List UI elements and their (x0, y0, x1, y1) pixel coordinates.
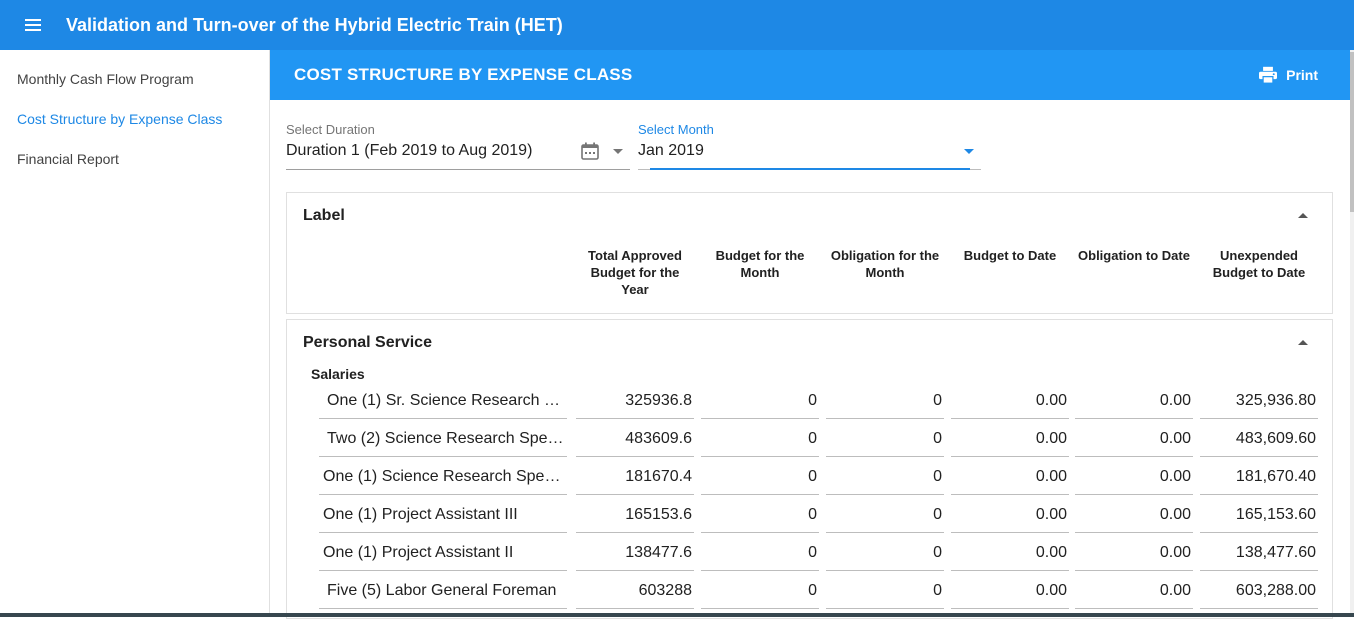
obligation-to-date-value: 0.00 (1075, 497, 1193, 533)
obligation-month-value[interactable]: 0 (826, 421, 944, 457)
label-card-title: Label (303, 207, 345, 225)
budget-month-value[interactable]: 0 (701, 497, 819, 533)
obligation-to-date-value: 0.00 (1075, 459, 1193, 495)
obligation-to-date-value: 0.00 (1075, 421, 1193, 457)
window-bottom-edge (0, 613, 1354, 617)
label-card: Label Total Approved Budget for the Year… (286, 192, 1333, 314)
personal-service-card: Personal Service Salaries One (1) Sr. Sc… (286, 319, 1333, 619)
table-row: One (1) Science Research Speci... 181670… (287, 459, 1334, 497)
calendar-icon[interactable] (580, 141, 600, 161)
budget-month-value[interactable]: 0 (701, 383, 819, 419)
column-header-budget-month: Budget for the Month (701, 247, 819, 281)
budget-month-value[interactable]: 0 (701, 573, 819, 609)
row-label: One (1) Project Assistant III (319, 497, 567, 533)
row-label: One (1) Project Assistant II (319, 535, 567, 571)
budget-month-value[interactable]: 0 (701, 535, 819, 571)
table-row: One (1) Project Assistant II 138477.6 0 … (287, 535, 1334, 573)
sidebar-item-monthly-cash-flow[interactable]: Monthly Cash Flow Program (0, 59, 269, 99)
budget-month-value[interactable]: 0 (701, 459, 819, 495)
column-header-total-approved: Total Approved Budget for the Year (576, 247, 694, 298)
personal-service-title: Personal Service (303, 334, 432, 352)
print-label: Print (1286, 67, 1318, 83)
sidebar-item-cost-structure[interactable]: Cost Structure by Expense Class (0, 99, 269, 139)
budget-to-date-value: 0.00 (951, 497, 1069, 533)
unexpended-budget-value: 603,288.00 (1200, 573, 1318, 609)
month-select[interactable]: Select Month Jan 2019 (638, 120, 981, 170)
unexpended-budget-value: 483,609.60 (1200, 421, 1318, 457)
total-approved-value[interactable]: 603288 (576, 573, 694, 609)
filters: Select Duration Duration 1 (Feb 2019 to … (286, 120, 981, 172)
table-row: One (1) Sr. Science Research S... 325936… (287, 383, 1334, 421)
print-button[interactable]: Print (1258, 66, 1318, 84)
chevron-down-icon[interactable] (613, 149, 623, 154)
obligation-month-value[interactable]: 0 (826, 535, 944, 571)
sidebar-item-financial-report[interactable]: Financial Report (0, 139, 269, 179)
chevron-up-icon[interactable] (1298, 340, 1308, 345)
table-row: Two (2) Science Research Spec... 483609.… (287, 421, 1334, 459)
obligation-month-value[interactable]: 0 (826, 573, 944, 609)
unexpended-budget-value: 165,153.60 (1200, 497, 1318, 533)
column-header-unexpended-budget: Unexpended Budget to Date (1200, 247, 1318, 281)
month-value: Jan 2019 (638, 142, 704, 160)
app-bar: Validation and Turn-over of the Hybrid E… (0, 0, 1354, 50)
unexpended-budget-value: 138,477.60 (1200, 535, 1318, 571)
total-approved-value[interactable]: 165153.6 (576, 497, 694, 533)
app-title: Validation and Turn-over of the Hybrid E… (66, 15, 563, 36)
obligation-to-date-value: 0.00 (1075, 573, 1193, 609)
focus-underline (650, 168, 970, 170)
obligation-to-date-value: 0.00 (1075, 535, 1193, 571)
total-approved-value[interactable]: 181670.4 (576, 459, 694, 495)
chevron-up-icon[interactable] (1298, 213, 1308, 218)
row-label: Two (2) Science Research Spec... (319, 421, 567, 457)
column-header-budget-to-date: Budget to Date (951, 247, 1069, 264)
main-content: COST STRUCTURE BY EXPENSE CLASS Print Se… (270, 50, 1350, 617)
duration-label: Select Duration (286, 122, 375, 137)
table-row: Five (5) Labor General Foreman 603288 0 … (287, 573, 1334, 611)
budget-to-date-value: 0.00 (951, 573, 1069, 609)
obligation-month-value[interactable]: 0 (826, 459, 944, 495)
printer-icon (1258, 66, 1278, 84)
row-label: One (1) Science Research Speci... (319, 459, 567, 495)
section-header: COST STRUCTURE BY EXPENSE CLASS Print (270, 50, 1350, 100)
total-approved-value[interactable]: 483609.6 (576, 421, 694, 457)
hamburger-menu-icon[interactable] (22, 13, 46, 37)
duration-select[interactable]: Select Duration Duration 1 (Feb 2019 to … (286, 120, 630, 170)
section-title: COST STRUCTURE BY EXPENSE CLASS (294, 65, 632, 85)
chevron-down-icon[interactable] (964, 149, 974, 154)
unexpended-budget-value: 325,936.80 (1200, 383, 1318, 419)
month-label: Select Month (638, 122, 714, 137)
obligation-month-value[interactable]: 0 (826, 497, 944, 533)
column-header-obligation-month: Obligation for the Month (821, 247, 949, 281)
sidebar: Monthly Cash Flow Program Cost Structure… (0, 50, 270, 617)
budget-to-date-value: 0.00 (951, 421, 1069, 457)
budget-to-date-value: 0.00 (951, 383, 1069, 419)
obligation-to-date-value: 0.00 (1075, 383, 1193, 419)
table-row: One (1) Project Assistant III 165153.6 0… (287, 497, 1334, 535)
budget-month-value[interactable]: 0 (701, 421, 819, 457)
obligation-month-value[interactable]: 0 (826, 383, 944, 419)
budget-to-date-value: 0.00 (951, 459, 1069, 495)
row-label: One (1) Sr. Science Research S... (319, 383, 567, 419)
column-header-obligation-to-date: Obligation to Date (1070, 247, 1198, 264)
total-approved-value[interactable]: 325936.8 (576, 383, 694, 419)
duration-value: Duration 1 (Feb 2019 to Aug 2019) (286, 142, 532, 160)
subgroup-salaries: Salaries (311, 366, 365, 382)
scrollbar-thumb[interactable] (1350, 52, 1354, 212)
unexpended-budget-value: 181,670.40 (1200, 459, 1318, 495)
budget-to-date-value: 0.00 (951, 535, 1069, 571)
total-approved-value[interactable]: 138477.6 (576, 535, 694, 571)
row-label: Five (5) Labor General Foreman (319, 573, 567, 609)
